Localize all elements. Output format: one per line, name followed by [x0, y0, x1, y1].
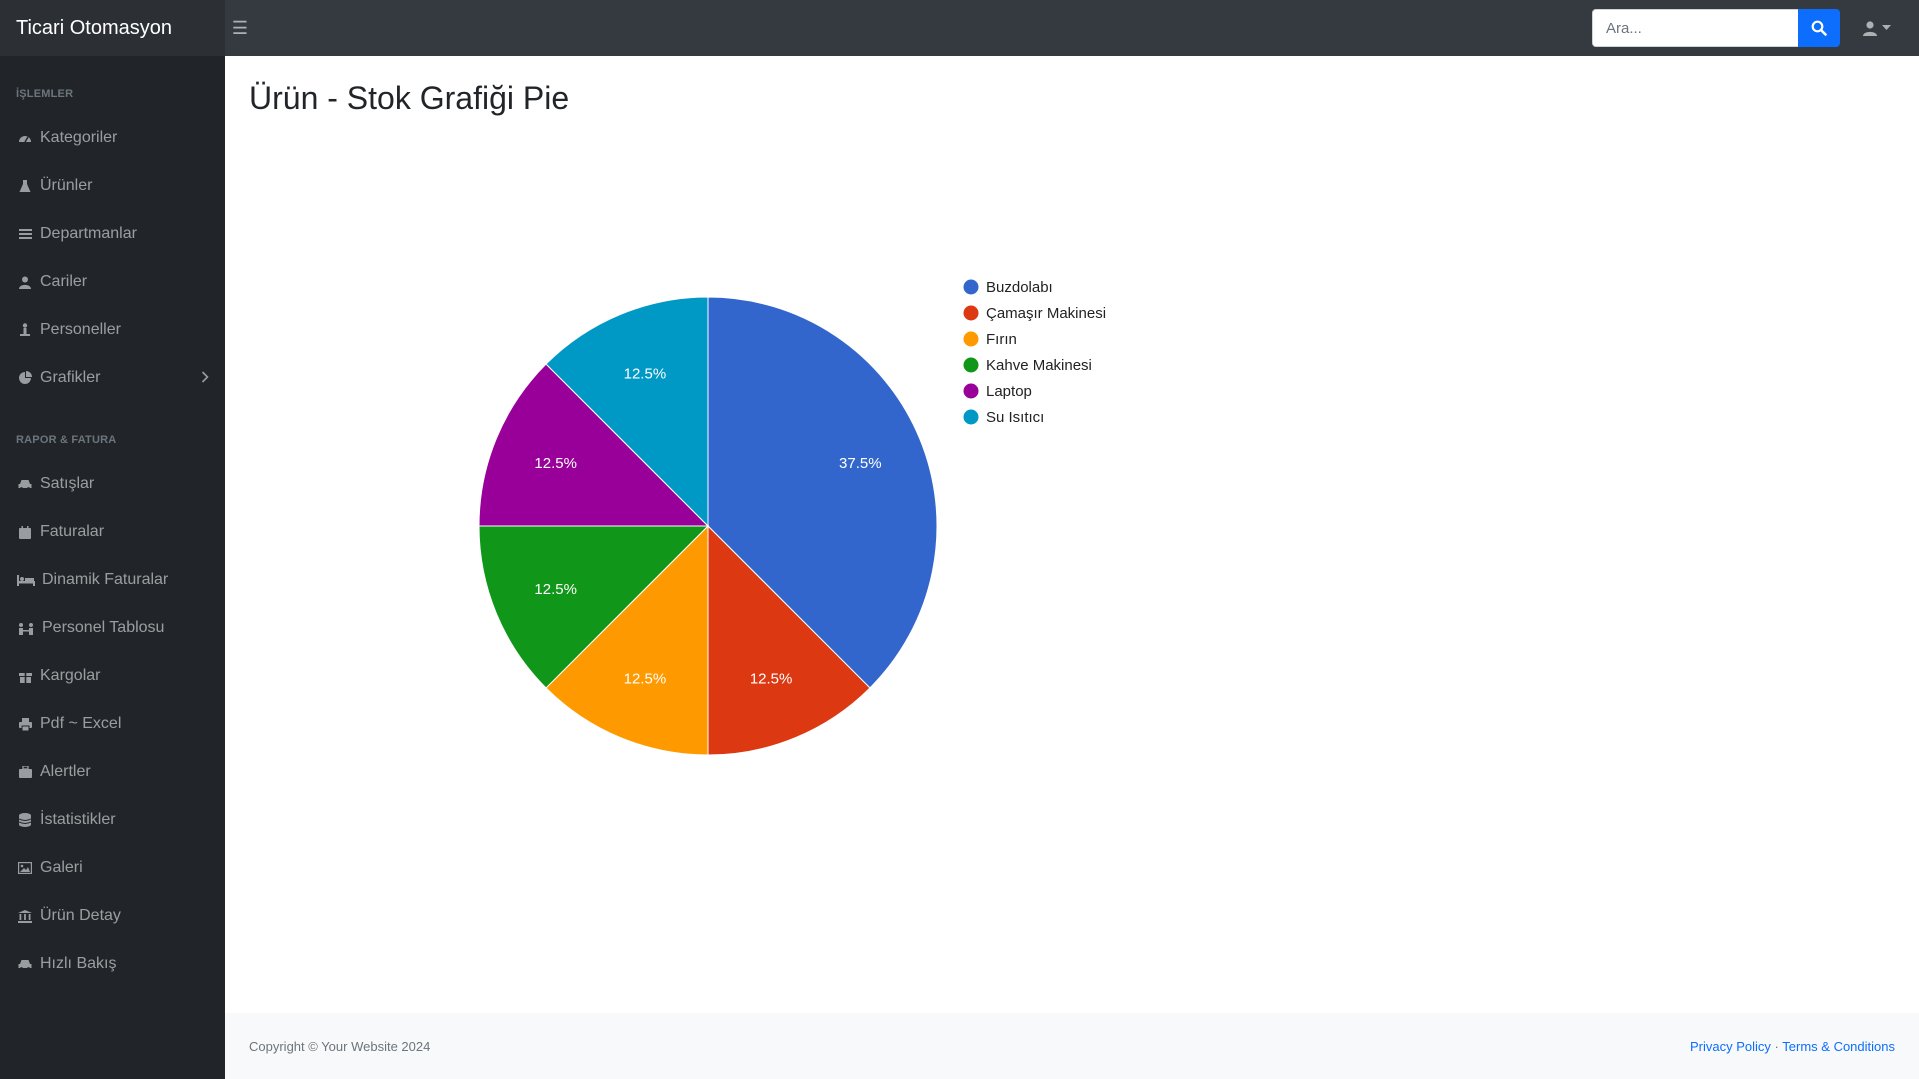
search-icon — [1811, 20, 1827, 36]
sidebar-item-label: Kargolar — [40, 667, 101, 684]
sidebar-item-label: Dinamik Faturalar — [42, 571, 169, 588]
sidebar-item-label: Departmanlar — [40, 225, 137, 242]
legend-label-0[interactable]: Buzdolabı — [986, 279, 1053, 296]
sidebar-item-label: Ürünler — [40, 177, 93, 194]
legend-label-2[interactable]: Fırın — [986, 331, 1017, 348]
car-icon — [16, 956, 34, 972]
legend-swatch-0 — [963, 279, 979, 295]
print-icon — [16, 716, 34, 732]
caret-down-icon — [1882, 25, 1891, 30]
sidebar-item-label: Personeller — [40, 321, 121, 338]
pie-slice-label-4: 12.5% — [534, 455, 577, 472]
user-icon — [1863, 21, 1877, 36]
sidebar-item-label: Kategoriler — [40, 129, 118, 146]
list-icon — [16, 226, 34, 242]
sidebar-item-grafikler[interactable]: Grafikler — [0, 358, 225, 398]
sidebar-heading-rapor-fatura: RAPOR & FATURA — [16, 434, 117, 446]
legend-swatch-2 — [963, 331, 979, 347]
footer: Copyright © Your Website 2024 Privacy Po… — [225, 1013, 1919, 1079]
copyright-text: Copyright © Your Website 2024 — [249, 1038, 431, 1054]
sidebar-item-faturalar[interactable]: Faturalar — [0, 512, 225, 552]
privacy-policy-link[interactable]: Privacy Policy — [1690, 1039, 1771, 1054]
sidebar-item-label: Alertler — [40, 763, 91, 780]
calendar-icon — [16, 524, 34, 540]
bed-icon — [16, 572, 36, 588]
sidebar-item-label: Satışlar — [40, 475, 95, 492]
gift-icon — [16, 668, 34, 684]
sidebar-item-personel-tablosu[interactable]: Personel Tablosu — [0, 608, 225, 648]
sidebar-item-label: Faturalar — [40, 523, 105, 540]
sidebar-toggle-button[interactable]: ☰ — [225, 0, 255, 56]
sidebar-item-label: Grafikler — [40, 369, 101, 386]
footer-separator: · — [1774, 1038, 1779, 1054]
sidebar-item-label: Pdf ~ Excel — [40, 715, 122, 732]
pie-chart: 37.5% 12.5% 12.5% 12.5% 12.5% 12.5% Buzdolabı Ç… — [478, 279, 1106, 756]
sidebar-item-satislar[interactable]: Satışlar — [0, 464, 225, 504]
flask-icon — [16, 178, 34, 194]
sidebar-item-kategoriler[interactable]: Kategoriler — [0, 118, 225, 158]
top-navbar: Ticari Otomasyon ☰ — [0, 0, 1919, 56]
search-button[interactable] — [1798, 9, 1840, 47]
legend-label-3[interactable]: Kahve Makinesi — [986, 357, 1092, 374]
legend-swatch-3 — [963, 357, 979, 373]
footer-links: Privacy Policy · Terms & Conditions — [1690, 1039, 1895, 1054]
sidebar-item-label: Ürün Detay — [40, 907, 121, 924]
user-dropdown[interactable] — [1862, 0, 1891, 56]
sidebar-item-alertler[interactable]: Alertler — [0, 752, 225, 792]
legend-label-1[interactable]: Çamaşır Makinesi — [986, 305, 1106, 322]
chart-pie-icon — [16, 370, 34, 386]
pie-slice-label-1: 12.5% — [750, 670, 793, 687]
suitcase-icon — [16, 764, 34, 780]
database-icon — [16, 812, 34, 828]
sidebar-item-hizli-bakis[interactable]: Hızlı Bakış — [0, 944, 225, 984]
pie-slice-label-5: 12.5% — [624, 366, 667, 383]
sidebar-item-urun-detay[interactable]: Ürün Detay — [0, 896, 225, 936]
legend-label-5[interactable]: Su Isıtıcı — [986, 409, 1044, 426]
legend-swatch-1 — [963, 305, 979, 321]
sidebar-item-pdf-excel[interactable]: Pdf ~ Excel — [0, 704, 225, 744]
sidebar: İŞLEMLER Kategoriler Ürünler Departmanla… — [0, 56, 225, 1079]
sidebar-item-label: İstatistikler — [40, 811, 116, 828]
people-icon — [16, 620, 36, 636]
pie-slice-label-3: 12.5% — [534, 581, 577, 598]
sidebar-item-label: Galeri — [40, 859, 83, 876]
sidebar-item-urunler[interactable]: Ürünler — [0, 166, 225, 206]
brand-link[interactable]: Ticari Otomasyon — [0, 0, 225, 56]
sidebar-item-dinamik-faturalar[interactable]: Dinamik Faturalar — [0, 560, 225, 600]
search-input[interactable] — [1592, 9, 1798, 47]
sidebar-item-label: Personel Tablosu — [42, 619, 165, 636]
sidebar-item-cariler[interactable]: Cariler — [0, 262, 225, 302]
user-icon — [16, 274, 34, 290]
sidebar-item-galeri[interactable]: Galeri — [0, 848, 225, 888]
sidebar-heading-islemler: İŞLEMLER — [16, 88, 74, 100]
person-icon — [16, 322, 34, 338]
bank-icon — [16, 908, 34, 924]
image-icon — [16, 860, 34, 876]
terms-link[interactable]: Terms & Conditions — [1782, 1039, 1895, 1054]
bars-icon: ☰ — [231, 18, 249, 38]
search-form — [1592, 9, 1840, 47]
legend-swatch-5 — [963, 409, 979, 425]
sidebar-item-personeller[interactable]: Personeller — [0, 310, 225, 350]
legend-label-4[interactable]: Laptop — [986, 383, 1032, 400]
dashboard-icon — [16, 130, 34, 146]
pie-slice-label-0: 37.5% — [839, 455, 882, 472]
pie-slice-label-2: 12.5% — [624, 670, 667, 687]
chevron-right-icon — [201, 371, 209, 383]
sidebar-item-label: Cariler — [40, 273, 88, 290]
legend-swatch-4 — [963, 383, 979, 399]
sidebar-item-label: Hızlı Bakış — [40, 955, 117, 972]
sidebar-item-departmanlar[interactable]: Departmanlar — [0, 214, 225, 254]
page-title: Ürün - Stok Grafiği Pie — [249, 80, 570, 116]
car-icon — [16, 476, 34, 492]
sidebar-item-istatistikler[interactable]: İstatistikler — [0, 800, 225, 840]
sidebar-item-kargolar[interactable]: Kargolar — [0, 656, 225, 696]
